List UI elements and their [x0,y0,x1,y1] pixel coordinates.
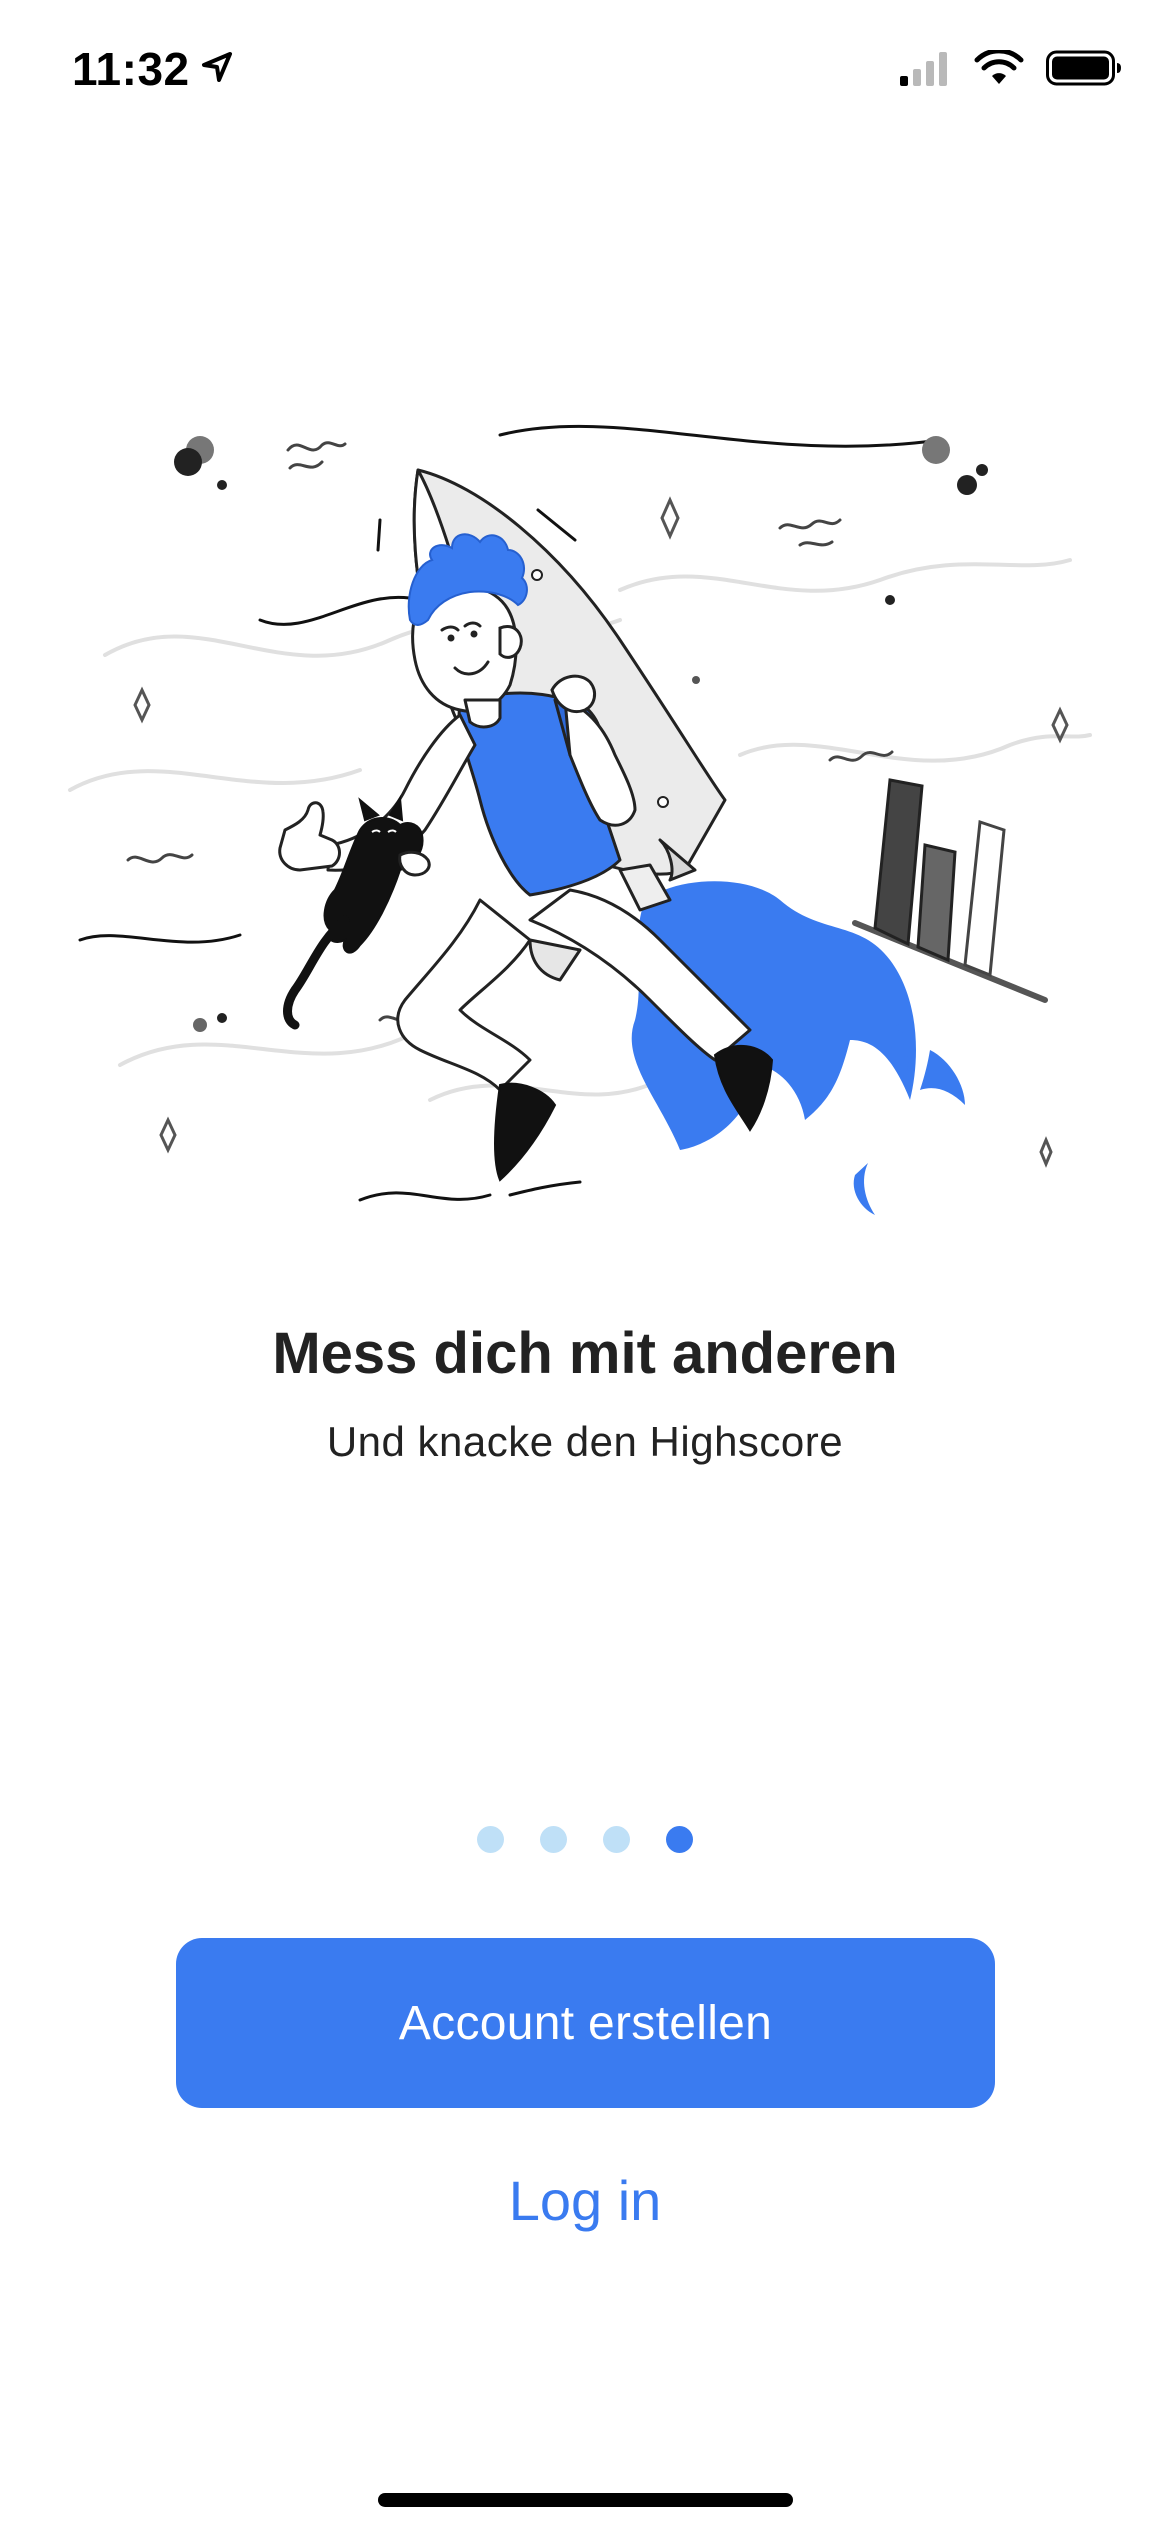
onboarding-title: Mess dich mit anderen [272,1321,898,1386]
status-time-group: 11:32 [72,42,234,96]
page-dot-2[interactable] [540,1826,567,1853]
page-dot-4-active[interactable] [666,1826,693,1853]
page-dot-1[interactable] [477,1826,504,1853]
location-arrow-icon [200,50,234,89]
wifi-icon [974,48,1024,91]
status-bar: 11:32 [0,0,1170,150]
status-time: 11:32 [72,43,190,95]
cellular-signal-icon [900,50,952,91]
page-indicator [0,1826,1170,1853]
onboarding-subtitle: Und knacke den Highscore [326,1418,844,1465]
battery-icon [1046,50,1122,91]
login-link[interactable]: Log in [0,2168,1170,2233]
page-dot-3[interactable] [603,1826,630,1853]
rocket-person-with-cat-illustration [68,424,1092,1215]
onboarding-illustration [60,400,1110,1270]
status-icons [900,48,1122,91]
home-indicator[interactable] [378,2493,793,2507]
create-account-button[interactable]: Account erstellen [176,1938,995,2108]
